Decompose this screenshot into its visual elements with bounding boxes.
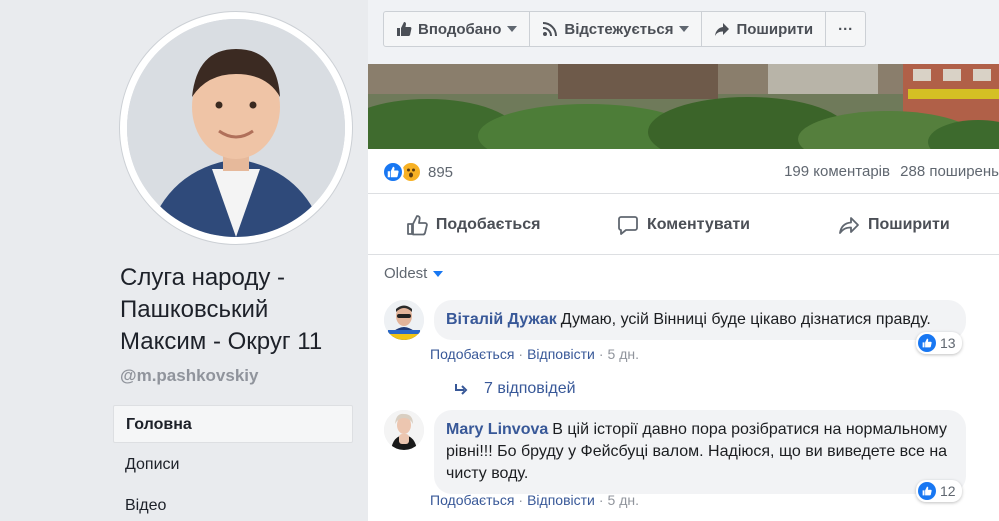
- share-page-button[interactable]: Поширити: [702, 12, 827, 46]
- comment-reply-link[interactable]: Відповісти: [527, 346, 595, 362]
- view-replies-link[interactable]: 7 відповідей: [454, 380, 576, 398]
- page-title[interactable]: Слуга народу - Пашковський Максим - Окру…: [120, 262, 360, 358]
- liked-button[interactable]: Вподобано: [384, 12, 531, 46]
- comment-button-label: Коментувати: [646, 215, 751, 233]
- comment-like-badge[interactable]: 13: [916, 332, 962, 354]
- nav-item-videos[interactable]: Відео: [113, 487, 353, 521]
- comment-like-count: 12: [940, 483, 956, 499]
- replies-count: 7 відповідей: [484, 380, 576, 397]
- like-button[interactable]: Подобається: [368, 195, 578, 254]
- separator-dot: ·: [598, 346, 604, 362]
- page-nav: Головна Дописи Відео: [113, 405, 353, 521]
- liked-label: Вподобано: [418, 20, 502, 38]
- more-icon: ···: [838, 20, 854, 38]
- following-label: Відстежується: [564, 20, 674, 38]
- share-arrow-icon: [715, 23, 730, 36]
- like-button-label: Подобається: [435, 215, 541, 233]
- post-stats: 895 199 коментарів 288 поширень: [368, 149, 999, 194]
- comment-actions: Подобається · Відповісти · 5 дн.: [430, 492, 639, 508]
- comment-author[interactable]: Віталій Дужак: [446, 311, 557, 328]
- comment-timestamp[interactable]: 5 дн.: [608, 346, 639, 362]
- post-photo[interactable]: [368, 64, 999, 149]
- comment-text: Думаю, усій Вінниці буде цікаво дізнатис…: [560, 311, 931, 328]
- nav-item-home[interactable]: Головна: [113, 405, 353, 443]
- reply-arrow-icon: [455, 384, 468, 395]
- comment-like-link[interactable]: Подобається: [430, 492, 514, 508]
- thumbs-up-icon: [397, 22, 412, 36]
- reactions-summary[interactable]: 895: [382, 161, 453, 183]
- engagement-counts: 199 коментарів 288 поширень: [778, 163, 999, 180]
- separator-dot: ·: [518, 492, 524, 508]
- share-arrow-icon: [839, 216, 859, 234]
- comment-actions: Подобається · Відповісти · 5 дн.: [430, 346, 639, 362]
- profile-picture-frame[interactable]: [120, 12, 352, 244]
- post-card: 895 199 коментарів 288 поширень Подобаєт…: [368, 64, 999, 521]
- comment-author[interactable]: Mary Linvova: [446, 421, 548, 438]
- page-username[interactable]: @m.pashkovskiy: [120, 366, 258, 386]
- page-action-bar: Вподобано Відстежується Поширити ···: [383, 11, 867, 47]
- like-reaction-icon: [382, 161, 404, 183]
- chevron-down-icon: [433, 270, 444, 277]
- comment-like-count: 13: [940, 335, 956, 351]
- separator-dot: ·: [518, 346, 524, 362]
- share-button-label: Поширити: [867, 215, 950, 233]
- commenter-avatar[interactable]: [384, 300, 424, 340]
- like-reaction-icon: [918, 482, 936, 500]
- like-reaction-icon: [918, 334, 936, 352]
- comment-reply-link[interactable]: Відповісти: [527, 492, 595, 508]
- comment-sort-dropdown[interactable]: Oldest: [384, 265, 444, 282]
- share-count[interactable]: 288 поширень: [900, 163, 999, 180]
- share-button[interactable]: Поширити: [789, 195, 999, 254]
- chevron-down-icon: [507, 26, 518, 32]
- comment-bubble: Mary Linvova В цій історії давно пора роз…: [434, 410, 966, 494]
- comment-bubble-icon: [618, 215, 638, 235]
- comment-bubble: Віталій Дужак Думаю, усій Вінниці буде ці…: [434, 300, 966, 340]
- commenter-avatar[interactable]: [384, 410, 424, 450]
- comment-button[interactable]: Коментувати: [578, 195, 788, 254]
- more-options-button[interactable]: ···: [826, 12, 865, 46]
- post-action-buttons: Подобається Коментувати Поширити: [368, 195, 999, 255]
- share-page-label: Поширити: [736, 20, 814, 38]
- comment-like-link[interactable]: Подобається: [430, 346, 514, 362]
- nav-item-posts[interactable]: Дописи: [113, 446, 353, 484]
- reaction-count: 895: [428, 163, 454, 181]
- thumbs-up-outline-icon: [407, 214, 428, 235]
- rss-icon: [543, 22, 558, 37]
- page-sidebar: Слуга народу - Пашковський Максим - Окру…: [0, 0, 368, 521]
- comment-timestamp[interactable]: 5 дн.: [608, 492, 639, 508]
- profile-picture[interactable]: [127, 19, 345, 237]
- sort-label: Oldest: [384, 265, 428, 282]
- chevron-down-icon: [679, 26, 690, 32]
- separator-dot: ·: [598, 492, 604, 508]
- comment-count[interactable]: 199 коментарів: [784, 163, 890, 180]
- following-button[interactable]: Відстежується: [530, 12, 703, 46]
- comment-like-badge[interactable]: 12: [916, 480, 962, 502]
